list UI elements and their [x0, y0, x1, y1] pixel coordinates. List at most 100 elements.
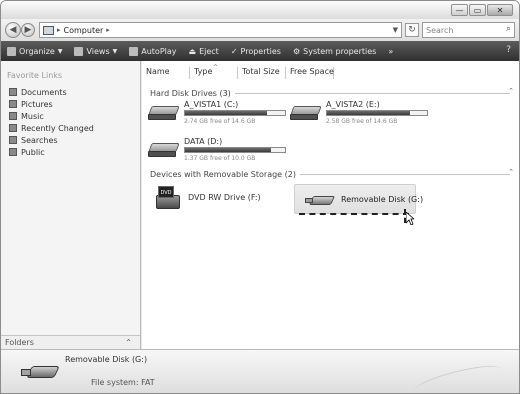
- system-properties-button[interactable]: ⚙ System properties: [293, 47, 376, 56]
- collapse-chevron-icon[interactable]: ⌃: [508, 168, 514, 176]
- toolbar-overflow-button[interactable]: »: [388, 47, 393, 56]
- details-pane: Removable Disk (G:) File system: FAT: [1, 349, 519, 393]
- dvd-badge: DVD: [158, 186, 174, 198]
- drive-usage-fill: [327, 111, 410, 115]
- column-headers: Name Type ^ Total Size Free Space: [142, 64, 519, 79]
- explorer-window: — ▭ ✕ ◀ ▶ ▸ Computer ▸ ▼ ↻ Search ⌕ Orga…: [0, 0, 520, 394]
- views-button[interactable]: Views ▼: [74, 46, 118, 56]
- recently-changed-icon: [9, 124, 17, 132]
- chevron-down-icon: ▼: [112, 47, 118, 55]
- folders-toggle[interactable]: Folders ⌃: [1, 335, 140, 349]
- hard-drive-icon: [290, 106, 322, 122]
- properties-label: Properties: [240, 46, 281, 56]
- autoplay-button[interactable]: AutoPlay: [129, 46, 177, 56]
- fav-label: Pictures: [21, 99, 53, 109]
- forward-button[interactable]: ▶: [21, 23, 35, 37]
- fav-item-documents[interactable]: Documents: [9, 86, 94, 98]
- documents-icon: [9, 88, 17, 96]
- drive-free-space: 2.58 GB free of 14.6 GB: [326, 118, 398, 125]
- breadcrumb-separator[interactable]: ▸: [106, 26, 110, 34]
- fav-label: Public: [21, 147, 45, 157]
- fav-item-pictures[interactable]: Pictures: [9, 98, 94, 110]
- drive-d[interactable]: DATA (D:) 1.37 GB free of 10.0 GB: [148, 137, 298, 165]
- refresh-icon: ↻: [408, 25, 416, 35]
- chevron-down-icon: ▼: [57, 47, 63, 55]
- drive-free-space: 2.74 GB free of 14.6 GB: [184, 118, 256, 125]
- drive-free-space: 1.37 GB free of 10.0 GB: [184, 155, 256, 162]
- group-label: Devices with Removable Storage (2): [150, 169, 296, 179]
- views-label: Views: [86, 46, 110, 56]
- column-header-name[interactable]: Name: [142, 67, 190, 79]
- maximize-button[interactable]: ▭: [469, 4, 486, 16]
- drive-c[interactable]: A_VISTA1 (C:) 2.74 GB free of 14.6 GB: [148, 100, 298, 128]
- public-folder-icon: [9, 148, 17, 156]
- back-arrow-icon: ◀: [9, 25, 17, 35]
- column-header-total-size[interactable]: Total Size: [238, 67, 286, 79]
- group-label: Hard Disk Drives (3): [150, 88, 231, 98]
- address-row: ◀ ▶ ▸ Computer ▸ ▼ ↻ Search ⌕: [1, 19, 519, 41]
- music-icon: [9, 112, 17, 120]
- favorite-links-list: Documents Pictures Music Recently Change…: [9, 86, 94, 158]
- command-toolbar: Organize ▼ Views ▼ AutoPlay ⏏ Eject ✓ Pr…: [1, 41, 519, 61]
- column-header-type[interactable]: Type ^: [190, 64, 238, 79]
- breadcrumb-computer[interactable]: Computer: [64, 26, 104, 35]
- fav-item-recently-changed[interactable]: Recently Changed: [9, 122, 94, 134]
- drive-name: DVD RW Drive (F:): [188, 193, 261, 202]
- column-label: Free Space: [290, 67, 334, 76]
- column-label: Total Size: [242, 67, 280, 76]
- mouse-cursor-icon: [406, 212, 414, 225]
- fav-label: Searches: [21, 135, 58, 145]
- navigation-pane: Favorite Links Documents Pictures Music …: [1, 61, 141, 349]
- properties-button[interactable]: ✓ Properties: [231, 47, 281, 56]
- system-properties-label: System properties: [303, 46, 377, 56]
- fav-item-searches[interactable]: Searches: [9, 134, 94, 146]
- fav-item-public[interactable]: Public: [9, 146, 94, 158]
- collapse-chevron-icon[interactable]: ⌃: [508, 87, 514, 95]
- hard-drive-icon: [148, 143, 180, 159]
- refresh-button[interactable]: ↻: [405, 23, 419, 37]
- column-label: Name: [146, 67, 170, 76]
- pictures-icon: [9, 100, 17, 108]
- column-header-free-space[interactable]: Free Space: [286, 67, 334, 79]
- back-button[interactable]: ◀: [5, 22, 21, 38]
- drive-usage-fill: [185, 111, 267, 115]
- search-placeholder: Search: [426, 25, 454, 35]
- group-divider: [234, 92, 510, 94]
- details-file-system: File system: FAT: [91, 378, 155, 387]
- group-divider: [299, 173, 510, 175]
- drive-e[interactable]: A_VISTA2 (E:) 2.58 GB free of 14.6 GB: [290, 100, 440, 128]
- eject-label: Eject: [199, 46, 219, 56]
- organize-icon: [7, 46, 16, 56]
- help-icon[interactable]: ?: [506, 45, 511, 55]
- search-input[interactable]: Search ⌕: [422, 22, 515, 38]
- drive-name: A_VISTA2 (E:): [326, 100, 380, 109]
- breadcrumb-separator[interactable]: ▸: [57, 26, 61, 34]
- autoplay-label: AutoPlay: [141, 46, 177, 56]
- chevron-down-icon[interactable]: ▼: [393, 26, 398, 34]
- drive-dvd-f[interactable]: DVD DVD RW Drive (F:): [152, 185, 282, 213]
- drag-drop-outline: [299, 213, 409, 216]
- favorite-links-title: Favorite Links: [7, 71, 63, 80]
- content-pane: Name Type ^ Total Size Free Space Hard Di…: [142, 61, 519, 349]
- drive-usage-bar: [326, 110, 428, 116]
- drive-usage-bar: [184, 110, 286, 116]
- eject-button[interactable]: ⏏ Eject: [189, 47, 219, 56]
- fav-label: Music: [21, 111, 44, 121]
- minimize-button[interactable]: —: [451, 4, 468, 16]
- drive-usage-fill: [185, 148, 271, 152]
- search-icon[interactable]: ⌕: [506, 24, 511, 34]
- group-header-hard-disk-drives[interactable]: Hard Disk Drives (3) ⌃: [150, 87, 514, 98]
- usb-drive-icon: [305, 196, 336, 205]
- fav-item-music[interactable]: Music: [9, 110, 94, 122]
- drive-removable-g[interactable]: Removable Disk (G:): [294, 184, 423, 214]
- autoplay-icon: [129, 46, 139, 56]
- usb-drive-icon: [21, 366, 60, 380]
- fav-label: Recently Changed: [21, 123, 94, 133]
- dvd-drive-icon: DVD: [156, 185, 180, 211]
- organize-button[interactable]: Organize ▼: [7, 46, 63, 56]
- close-button[interactable]: ✕: [487, 4, 513, 16]
- eject-icon: ⏏: [188, 46, 197, 56]
- group-header-removable-storage[interactable]: Devices with Removable Storage (2) ⌃: [150, 168, 514, 179]
- address-bar[interactable]: ▸ Computer ▸ ▼: [39, 22, 402, 38]
- computer-icon: [43, 25, 54, 35]
